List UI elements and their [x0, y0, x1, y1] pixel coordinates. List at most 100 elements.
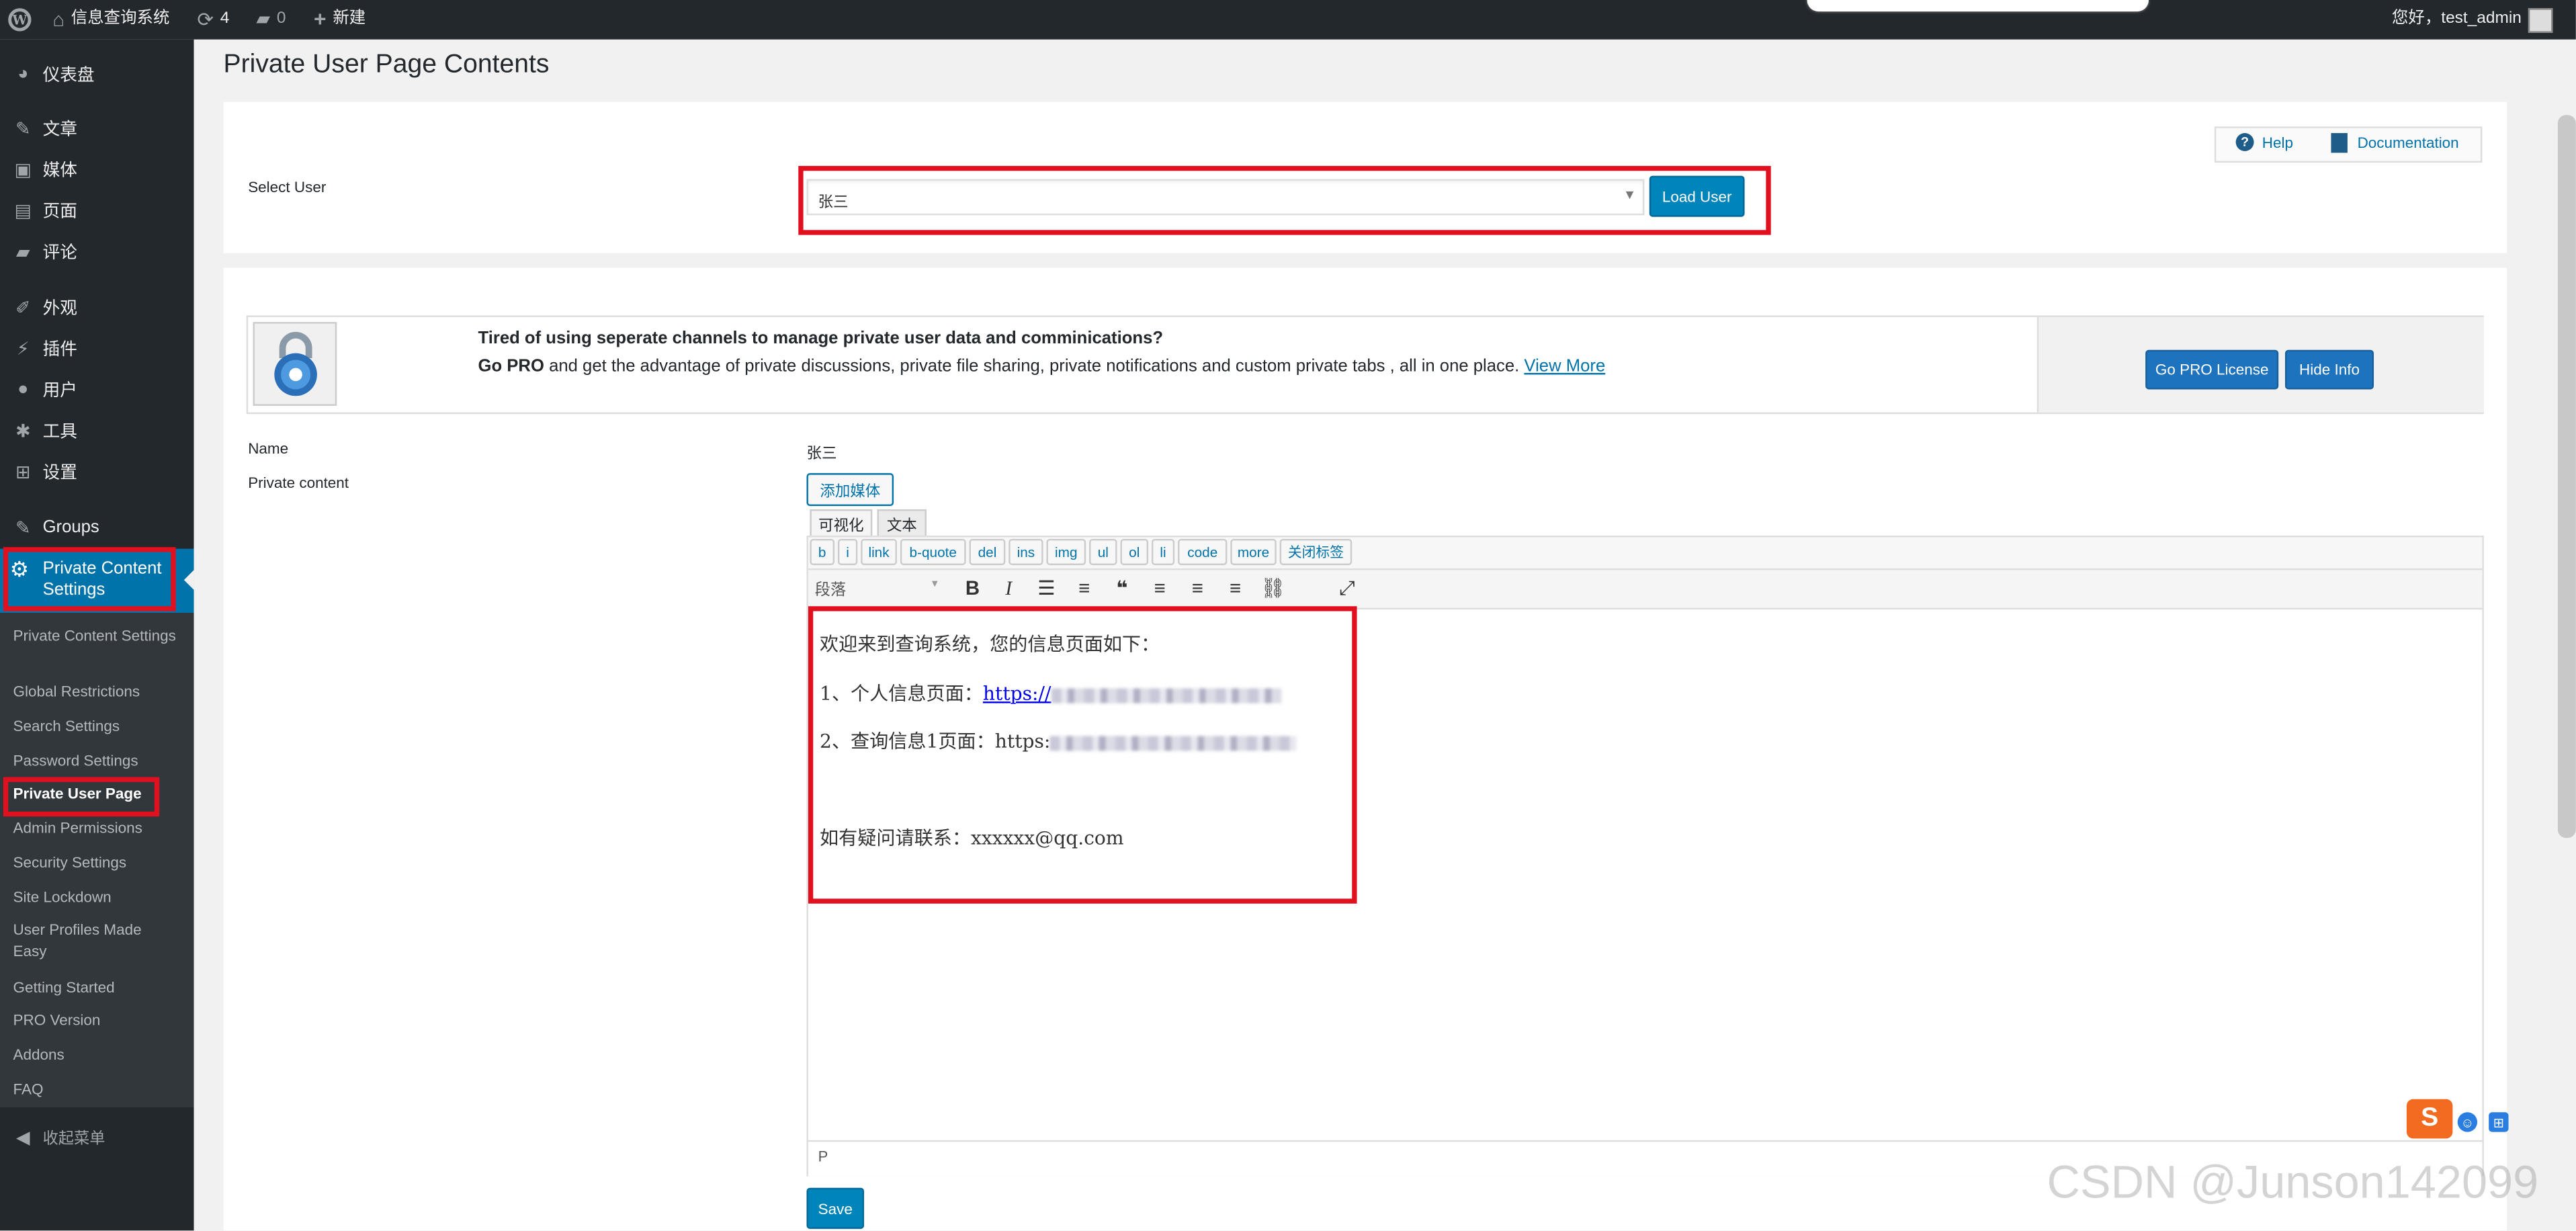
editor-line-4: 如有疑问请联系：xxxxxx@qq.com: [820, 826, 1124, 850]
personal-info-link[interactable]: https://: [983, 682, 1051, 705]
submenu-password-settings[interactable]: Password Settings: [13, 751, 186, 772]
sidebar-item-appearance[interactable]: ✐ 外观: [0, 289, 194, 325]
quicktag-close-tags[interactable]: 关闭标签: [1279, 538, 1353, 566]
collapse-menu-button[interactable]: ◀ 收起菜单: [0, 1119, 194, 1155]
pin-icon: ✎: [15, 518, 31, 538]
blurred-url: [1050, 735, 1297, 751]
quicktag-li[interactable]: li: [1151, 538, 1175, 566]
book-icon: [2331, 133, 2348, 153]
submenu-getting-started[interactable]: Getting Started: [13, 978, 186, 999]
sidebar-item-comments[interactable]: ▰ 评论: [0, 233, 194, 269]
sidebar-item-label: 媒体: [42, 160, 77, 180]
submenu-pro-version[interactable]: PRO Version: [13, 1011, 186, 1032]
updates-link[interactable]: ⟳ 4: [197, 0, 229, 40]
site-name-link[interactable]: ⌂ 信息查询系统: [52, 0, 169, 40]
dashboard-icon: ◕: [17, 64, 29, 84]
new-label: 新建: [333, 9, 366, 28]
sidebar-item-media[interactable]: ▣ 媒体: [0, 151, 194, 187]
page-scrollbar[interactable]: [2557, 115, 2576, 838]
bold-icon[interactable]: B: [959, 577, 986, 599]
sidebar-item-label: Groups: [42, 517, 99, 538]
pin-icon: ✎: [15, 119, 31, 139]
add-media-button[interactable]: 添加媒体: [806, 473, 894, 507]
submenu-faq[interactable]: FAQ: [13, 1079, 186, 1101]
sidebar-item-label: 用户: [42, 380, 77, 400]
quicktag-link[interactable]: link: [861, 538, 897, 566]
view-more-link[interactable]: View More: [1524, 357, 1605, 376]
numbered-list-icon[interactable]: ≡: [1071, 577, 1097, 599]
quicktag-del[interactable]: del: [969, 538, 1006, 566]
sidebar-item-private-content-settings[interactable]: ⚙ Private Content Settings: [0, 548, 194, 613]
user-select-dropdown[interactable]: 张三 ▼: [806, 179, 1645, 216]
submenu-private-content-settings[interactable]: Private Content Settings: [13, 626, 186, 648]
save-button[interactable]: Save: [806, 1187, 865, 1229]
format-select[interactable]: 段落 ▼: [815, 577, 947, 601]
selected-user-value: 张三: [818, 194, 849, 210]
insert-link-icon[interactable]: ⛓: [1260, 577, 1286, 599]
wordpress-logo-icon[interactable]: W: [8, 0, 32, 40]
updates-icon: ⟳: [197, 8, 214, 32]
sidebar-item-label: Private Content Settings: [42, 558, 162, 600]
quicktag-ul[interactable]: ul: [1089, 538, 1117, 566]
home-icon: ⌂: [52, 8, 65, 32]
submenu-user-profiles[interactable]: User Profiles Made Easy: [13, 920, 169, 963]
emoji-icon[interactable]: ☺: [2457, 1112, 2478, 1132]
help-link[interactable]: ? Help: [2235, 133, 2293, 151]
quicktag-ins[interactable]: ins: [1008, 538, 1043, 566]
submenu-site-lockdown[interactable]: Site Lockdown: [13, 887, 186, 908]
sidebar-item-users[interactable]: ● 用户: [0, 372, 194, 408]
promo-body-bold: Go PRO: [478, 356, 544, 376]
sidebar-item-posts[interactable]: ✎ 文章: [0, 110, 194, 146]
quicktag-more[interactable]: more: [1230, 538, 1277, 566]
ime-toolbox-icon[interactable]: ⊞: [2489, 1112, 2509, 1132]
comments-count: 0: [276, 9, 286, 28]
quicktag-b[interactable]: b: [810, 538, 835, 566]
submenu-addons[interactable]: Addons: [13, 1045, 186, 1066]
sidebar-item-settings[interactable]: ⊞ 设置: [0, 454, 194, 490]
documentation-link[interactable]: Documentation: [2331, 133, 2459, 153]
submenu-private-user-page[interactable]: Private User Page: [13, 783, 186, 805]
submenu-global-restrictions[interactable]: Global Restrictions: [13, 682, 186, 704]
updates-count: 4: [220, 9, 230, 28]
sidebar-item-groups[interactable]: ✎ Groups: [0, 509, 194, 546]
tab-text[interactable]: 文本: [877, 509, 927, 536]
bullet-list-icon[interactable]: ☰: [1033, 577, 1060, 599]
align-right-icon[interactable]: ≡: [1222, 577, 1248, 599]
load-user-button[interactable]: Load User: [1649, 175, 1745, 217]
promo-body-text: and get the advantage of private discuss…: [544, 356, 1525, 376]
fullscreen-icon[interactable]: ⤢: [1334, 577, 1360, 601]
submenu-search-settings[interactable]: Search Settings: [13, 716, 186, 738]
align-center-icon[interactable]: ≡: [1185, 577, 1211, 599]
go-pro-license-button[interactable]: Go PRO License: [2145, 349, 2279, 390]
sidebar-item-label: 页面: [42, 201, 77, 221]
sidebar-item-pages[interactable]: ▤ 页面: [0, 192, 194, 228]
editor-line-1: 欢迎来到查询系统，您的信息页面如下：: [820, 632, 1160, 656]
sidebar-item-tools[interactable]: ✱ 工具: [0, 413, 194, 449]
quicktag-img[interactable]: img: [1046, 538, 1086, 566]
tab-visual[interactable]: 可视化: [810, 509, 873, 536]
sidebar-item-plugins[interactable]: ⚡ 插件: [0, 330, 194, 366]
help-label: Help: [2262, 134, 2293, 151]
select-user-label: Select User: [248, 179, 327, 196]
sidebar-item-dashboard[interactable]: ◕ 仪表盘: [0, 56, 194, 92]
new-content-link[interactable]: + 新建: [314, 0, 366, 40]
comments-link[interactable]: ▰ 0: [256, 0, 286, 40]
quicktag-code[interactable]: code: [1178, 538, 1228, 566]
blockquote-icon[interactable]: ❝: [1109, 577, 1135, 599]
ime-logo-icon[interactable]: S: [2406, 1099, 2453, 1139]
italic-icon[interactable]: I: [996, 577, 1022, 601]
gear-icon: ⚙: [9, 556, 30, 582]
collapse-arrow-icon: ◀: [15, 1128, 30, 1148]
account-menu[interactable]: 您好，test_admin: [2392, 0, 2553, 40]
quicktag-b-quote[interactable]: b-quote: [900, 538, 966, 566]
promo-body: Go PRO and get the advantage of private …: [478, 357, 1605, 376]
private-content-label: Private content: [248, 474, 349, 492]
quicktag-i[interactable]: i: [837, 538, 858, 566]
sidebar-item-label: 评论: [42, 242, 77, 262]
align-left-icon[interactable]: ≡: [1147, 577, 1173, 599]
quicktag-ol[interactable]: ol: [1120, 538, 1149, 566]
hide-info-button[interactable]: Hide Info: [2284, 349, 2374, 390]
submenu-security-settings[interactable]: Security Settings: [13, 853, 186, 874]
submenu-admin-permissions[interactable]: Admin Permissions: [13, 818, 186, 840]
page-icon: ▤: [14, 201, 32, 221]
